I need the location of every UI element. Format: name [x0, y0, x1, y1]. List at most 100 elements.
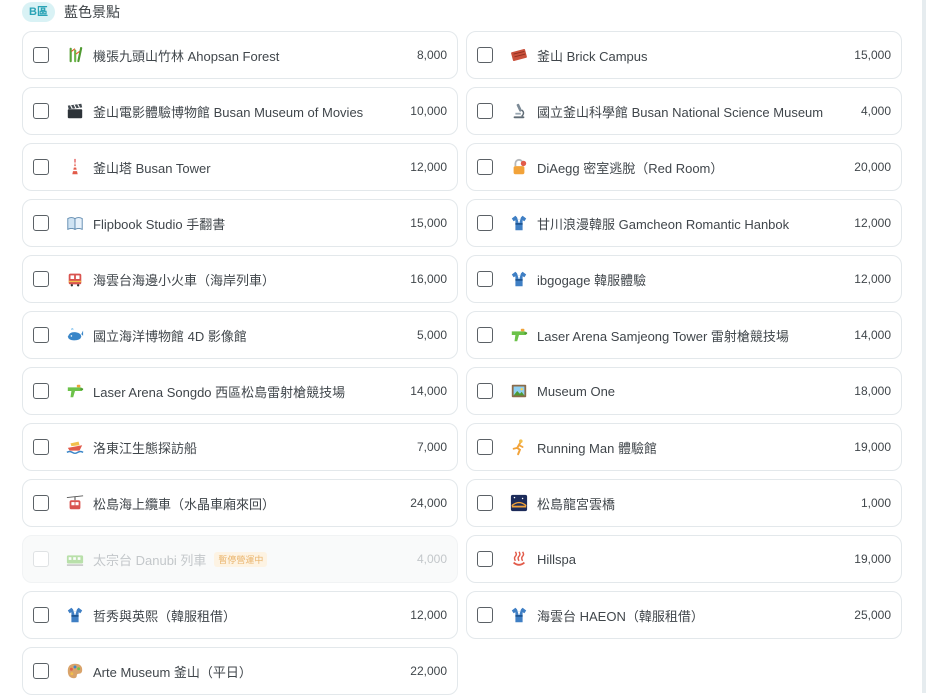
attraction-card[interactable]: 國立釜山科學館 Busan National Science Museum 4,0…: [466, 87, 902, 135]
attraction-card[interactable]: Museum One 18,000: [466, 367, 902, 415]
attraction-checkbox[interactable]: [477, 215, 493, 231]
runner-icon: [509, 437, 529, 457]
attraction-card[interactable]: 甘川浪漫韓服 Gamcheon Romantic Hanbok 12,000: [466, 199, 902, 247]
kimono-icon: [509, 269, 529, 289]
attraction-card[interactable]: 釜山電影體驗博物館 Busan Museum of Movies 10,000: [22, 87, 458, 135]
attraction-checkbox[interactable]: [477, 551, 493, 567]
attraction-card[interactable]: Laser Arena Samjeong Tower 雷射槍競技場 14,000: [466, 311, 902, 359]
attraction-card[interactable]: 海雲台海邊小火車（海岸列車） 16,000: [22, 255, 458, 303]
attraction-card[interactable]: Laser Arena Songdo 西區松島雷射槍競技場 14,000: [22, 367, 458, 415]
attraction-grid: 機張九頭山竹林 Ahopsan Forest 8,000 釜山 Brick Camp…: [22, 31, 902, 695]
attraction-checkbox[interactable]: [33, 327, 49, 343]
attraction-label: 釜山電影體驗博物館 Busan Museum of Movies: [93, 104, 364, 120]
boat-icon: [65, 437, 85, 457]
attraction-card[interactable]: 洛東江生態探訪船 7,000: [22, 423, 458, 471]
attraction-label: ibgogage 韓服體驗: [537, 272, 647, 288]
attraction-label: 釜山 Brick Campus: [537, 48, 648, 64]
attraction-card[interactable]: Running Man 體驗館 19,000: [466, 423, 902, 471]
attraction-checkbox[interactable]: [477, 47, 493, 63]
attraction-label: DiAegg 密室逃脫（Red Room）: [537, 160, 724, 176]
attraction-card[interactable]: 海雲台 HAEON（韓服租借） 25,000: [466, 591, 902, 639]
attraction-card[interactable]: 國立海洋博物館 4D 影像館 5,000: [22, 311, 458, 359]
attraction-checkbox[interactable]: [477, 327, 493, 343]
attraction-checkbox[interactable]: [477, 103, 493, 119]
attraction-checkbox[interactable]: [477, 383, 493, 399]
attraction-price: 4,000: [860, 104, 891, 118]
attraction-label: Museum One: [537, 383, 616, 399]
attraction-checkbox[interactable]: [33, 607, 49, 623]
brick-icon: [509, 45, 529, 65]
attraction-card[interactable]: 松島龍宮雲橋 1,000: [466, 479, 902, 527]
attraction-checkbox[interactable]: [33, 383, 49, 399]
attraction-checkbox[interactable]: [477, 607, 493, 623]
microscope-icon: [509, 101, 529, 121]
attraction-card[interactable]: 機張九頭山竹林 Ahopsan Forest 8,000: [22, 31, 458, 79]
attraction-card[interactable]: Hillspa 19,000: [466, 535, 902, 583]
attraction-checkbox[interactable]: [33, 663, 49, 679]
suspended-badge: 暫停營運中: [214, 551, 268, 567]
kimono-icon: [509, 605, 529, 625]
attraction-checkbox[interactable]: [477, 439, 493, 455]
attraction-price: 25,000: [854, 608, 891, 622]
attraction-card[interactable]: 釜山 Brick Campus 15,000: [466, 31, 902, 79]
attraction-card[interactable]: Flipbook Studio 手翻書 15,000: [22, 199, 458, 247]
bridge-night-icon: [509, 493, 529, 513]
cable-car-icon: [65, 493, 85, 513]
attraction-checkbox[interactable]: [33, 439, 49, 455]
attraction-price: 14,000: [854, 328, 891, 342]
whale-icon: [65, 325, 85, 345]
attraction-price: 22,000: [410, 664, 447, 678]
attraction-label: 機張九頭山竹林 Ahopsan Forest: [93, 48, 280, 64]
attraction-label: 甘川浪漫韓服 Gamcheon Romantic Hanbok: [537, 216, 790, 232]
attraction-card[interactable]: DiAegg 密室逃脫（Red Room） 20,000: [466, 143, 902, 191]
attraction-label: 海雲台海邊小火車（海岸列車）: [93, 272, 276, 288]
attraction-card[interactable]: Arte Museum 釜山（平日） 22,000: [22, 647, 458, 695]
attraction-checkbox[interactable]: [477, 159, 493, 175]
train-icon: [65, 549, 85, 569]
attraction-price: 4,000: [416, 552, 447, 566]
attraction-label: Hillspa: [537, 551, 577, 567]
attraction-checkbox[interactable]: [477, 271, 493, 287]
tram-icon: [65, 269, 85, 289]
water-gun-icon: [65, 381, 85, 401]
attraction-label: 松島龍宮雲橋: [537, 496, 616, 512]
attraction-checkbox[interactable]: [33, 271, 49, 287]
attraction-price: 24,000: [410, 496, 447, 510]
attraction-price: 1,000: [860, 496, 891, 510]
attraction-price: 10,000: [410, 104, 447, 118]
hot-springs-icon: [509, 549, 529, 569]
attraction-checkbox[interactable]: [477, 495, 493, 511]
attraction-label: 松島海上纜車（水晶車廂來回）: [93, 496, 276, 512]
attraction-checkbox[interactable]: [33, 103, 49, 119]
attraction-label: 洛東江生態探訪船: [93, 440, 198, 456]
attraction-price: 18,000: [854, 384, 891, 398]
section-header: B區 藍色景點: [22, 1, 120, 23]
attraction-price: 15,000: [854, 48, 891, 62]
scrollbar[interactable]: [922, 0, 926, 693]
attraction-checkbox[interactable]: [33, 495, 49, 511]
attraction-label: Flipbook Studio 手翻書: [93, 216, 226, 232]
attraction-label: 太宗台 Danubi 列車: [93, 552, 207, 568]
attraction-card[interactable]: ibgogage 韓服體驗 12,000: [466, 255, 902, 303]
kimono-icon: [509, 213, 529, 233]
attraction-label: Arte Museum 釜山（平日）: [93, 664, 252, 680]
attraction-label: Laser Arena Samjeong Tower 雷射槍競技場: [537, 328, 789, 344]
attraction-card: 太宗台 Danubi 列車 暫停營運中 4,000: [22, 535, 458, 583]
attraction-price: 20,000: [854, 160, 891, 174]
attraction-price: 19,000: [854, 440, 891, 454]
attraction-price: 16,000: [410, 272, 447, 286]
framed-picture-icon: [509, 381, 529, 401]
attraction-card[interactable]: 釜山塔 Busan Tower 12,000: [22, 143, 458, 191]
attraction-price: 8,000: [416, 48, 447, 62]
palette-icon: [65, 661, 85, 681]
attraction-label: Laser Arena Songdo 西區松島雷射槍競技場: [93, 384, 346, 400]
attraction-label: 海雲台 HAEON（韓服租借）: [537, 608, 704, 624]
water-gun-icon: [509, 325, 529, 345]
attraction-card[interactable]: 松島海上纜車（水晶車廂來回） 24,000: [22, 479, 458, 527]
attraction-price: 12,000: [410, 160, 447, 174]
attraction-checkbox: [33, 551, 49, 567]
attraction-checkbox[interactable]: [33, 159, 49, 175]
attraction-checkbox[interactable]: [33, 47, 49, 63]
attraction-card[interactable]: 哲秀與英熙（韓服租借） 12,000: [22, 591, 458, 639]
attraction-checkbox[interactable]: [33, 215, 49, 231]
